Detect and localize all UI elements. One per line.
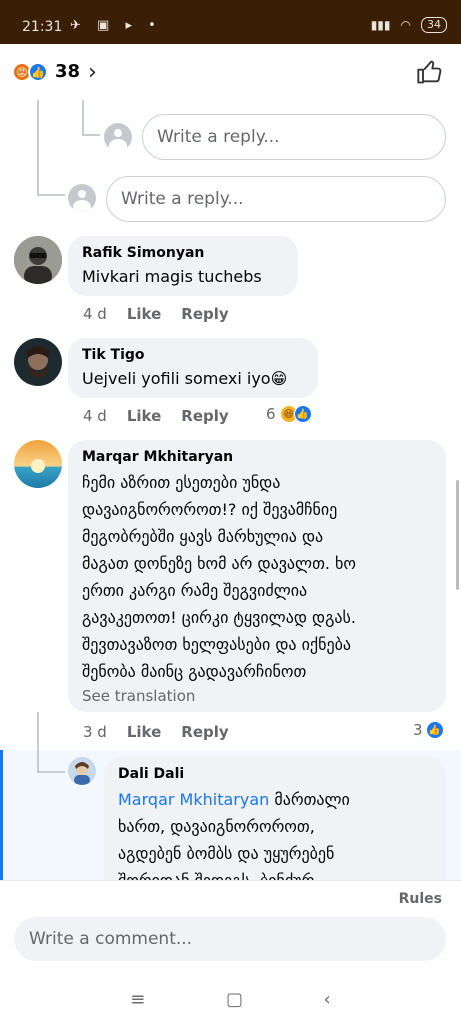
comment-author[interactable]: Marqar Mkhitaryan [82, 449, 432, 465]
wifi-icon: ◠ [400, 18, 411, 32]
thread-line [37, 712, 39, 772]
thread-line [37, 194, 65, 196]
avatar[interactable] [14, 440, 62, 488]
thread-line [37, 100, 39, 195]
reply-input[interactable]: Write a reply... [142, 114, 446, 160]
system-nav-bar: ≡ ▢ ‹ [0, 975, 461, 1024]
status-right: ▮▮▮ ◠ 34 [371, 17, 447, 33]
comment-line: ხართ, დავაიგნოროროთ, [118, 817, 315, 836]
comment-author[interactable]: Rafik Simonyan [82, 245, 284, 261]
comment-bubble: Rafik Simonyan Mivkari magis tuchebs [68, 236, 298, 296]
mention-link[interactable]: Marqar Mkhitaryan [118, 790, 269, 809]
comment-line: მაგათ დონეზე ხომ არ დავალთ. ხო [82, 554, 356, 573]
like-button[interactable]: Like [127, 407, 161, 425]
thread-line [82, 100, 84, 135]
rules-link[interactable]: Rules [399, 891, 442, 907]
avatar-image [14, 236, 62, 284]
comment-reactions[interactable]: 6 😆 👍 [266, 405, 312, 423]
avatar[interactable] [14, 338, 62, 386]
comment-actions: 4 d Like Reply [83, 305, 229, 323]
like-button[interactable]: Like [127, 305, 161, 323]
user-avatar [68, 184, 96, 212]
avatar-image [68, 757, 96, 785]
thread-line [37, 771, 65, 773]
comment-line: შევთავაზოთ ხელფასები და იქნება [82, 635, 352, 654]
battery-icon: 34 [421, 17, 447, 33]
comment-input[interactable]: Write a comment... [14, 917, 446, 961]
comment-text-body: Uejveli yofili somexi iyo [82, 369, 271, 388]
avatar-image [14, 338, 62, 386]
thumbs-up-icon[interactable] [416, 58, 444, 86]
comment-time: 4 d [83, 305, 107, 323]
scrollbar[interactable] [456, 480, 459, 590]
highlight-bar [0, 750, 3, 880]
comment-time: 3 d [83, 723, 107, 741]
like-button[interactable]: Like [127, 723, 161, 741]
comment-reactions[interactable]: 3 👍 [413, 721, 444, 739]
comment-bubble: Dali Dali Marqar Mkhitaryan მართალი ხართ… [104, 757, 446, 897]
see-translation-link[interactable]: See translation [82, 687, 432, 705]
reply-button[interactable]: Reply [181, 305, 228, 323]
chevron-right-icon[interactable]: › [88, 60, 97, 85]
reply-placeholder: Write a reply... [121, 189, 244, 209]
back-icon[interactable]: ‹ [324, 989, 331, 1010]
comment-author[interactable]: Tik Tigo [82, 347, 304, 363]
thread-line [82, 134, 100, 136]
comment-line: ჩემი აზრით ესეთები უნდა [82, 473, 281, 492]
avatar[interactable] [14, 236, 62, 284]
reply-button[interactable]: Reply [181, 723, 228, 741]
reaction-icons[interactable]: 😡 👍 [12, 62, 48, 82]
comment-bubble: Marqar Mkhitaryan ჩემი აზრით ესეთები უნდ… [68, 440, 446, 712]
comment-text: Marqar Mkhitaryan მართალი ხართ, დავაიგნო… [118, 786, 432, 894]
comment-line: აგდებენ ბომბს და უყურებენ [118, 844, 335, 863]
status-time: 21:31 [22, 19, 63, 35]
comment-placeholder: Write a comment... [29, 929, 193, 949]
comment-text: Uejveli yofili somexi iyo😁 [82, 365, 304, 392]
comment-actions: 4 d Like Reply [83, 407, 229, 425]
reply-button[interactable]: Reply [181, 407, 228, 425]
reaction-count[interactable]: 38 [55, 61, 80, 82]
comment-line: დავაიგნოროროთ!? იქ შევამჩნიე [82, 500, 338, 519]
comment-actions: 3 d Like Reply [83, 723, 229, 741]
like-icon: 👍 [28, 62, 48, 82]
comment-line: მეგობრებში ყავს მარხულია და [82, 527, 324, 546]
comment-author[interactable]: Dali Dali [118, 766, 432, 782]
like-icon: 👍 [425, 721, 444, 739]
user-avatar [104, 123, 132, 151]
comment-time: 4 d [83, 407, 107, 425]
comment-bubble: Tik Tigo Uejveli yofili somexi iyo😁 [68, 338, 318, 398]
reply-placeholder: Write a reply... [157, 127, 280, 147]
comment-line: გავაკეთოთ! ცირკი ტყვილად დგას. [82, 608, 356, 627]
grin-emoji: 😁 [270, 369, 288, 388]
avatar-image [14, 440, 62, 488]
comment-line: შენობა მაინც გადავარჩინოთ [82, 662, 307, 681]
reply-input[interactable]: Write a reply... [106, 176, 446, 222]
reaction-count: 3 [413, 721, 423, 739]
like-icon: 👍 [293, 405, 312, 423]
comment-text: ჩემი აზრით ესეთები უნდა დავაიგნოროროთ!? … [82, 469, 432, 685]
home-icon[interactable]: ▢ [226, 989, 243, 1010]
comment-line: ერთი კარგი რამე შეგვიძლია [82, 581, 308, 600]
signal-icon: ▮▮▮ [370, 18, 391, 32]
menu-icon[interactable]: ≡ [130, 989, 145, 1010]
notification-icons: ✈ ▣ ▸ • [70, 18, 162, 33]
avatar[interactable] [68, 757, 96, 785]
comment-text: Mivkari magis tuchebs [82, 267, 262, 286]
reaction-count: 6 [266, 405, 276, 423]
comment-line: მართალი [274, 790, 350, 809]
status-bar: 21:31 ✈ ▣ ▸ • ▮▮▮ ◠ 34 [0, 0, 461, 44]
